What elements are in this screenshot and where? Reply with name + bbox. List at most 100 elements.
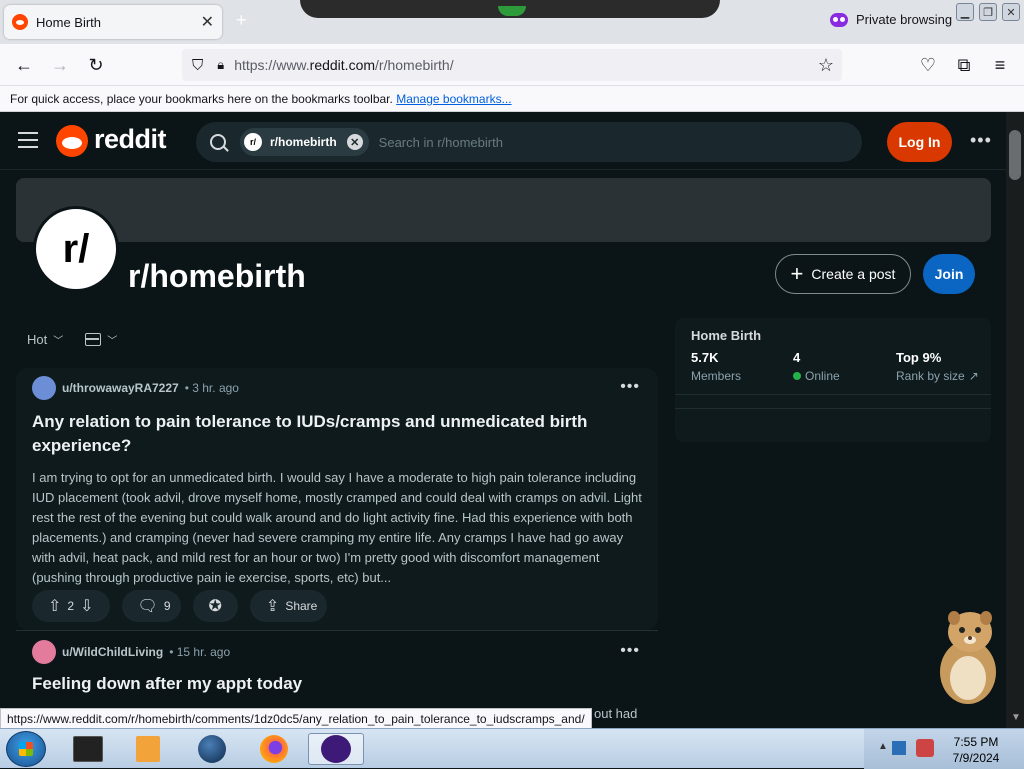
bookmarks-toolbar: For quick access, place your bookmarks h…	[0, 86, 1024, 112]
share-button[interactable]: ⇪ Share	[249, 590, 328, 622]
create-post-label: Create a post	[811, 266, 896, 282]
chevron-down-icon[interactable]: ﹀	[107, 332, 117, 347]
search-bar[interactable]: r/ r/homebirth ✕ Search in r/homebirth	[196, 122, 862, 162]
chevron-down-icon[interactable]: ﹀	[53, 332, 63, 347]
external-link-icon: ↗	[968, 369, 979, 383]
user-avatar[interactable]	[32, 640, 56, 664]
page-scrollbar[interactable]: ▼	[1006, 112, 1024, 728]
reddit-page: reddit r/ r/homebirth ✕ Search in r/home…	[0, 112, 1024, 728]
clear-chip-icon[interactable]: ✕	[346, 134, 363, 150]
clock-time: 7:55 PM	[953, 735, 999, 749]
online-label-row: Online	[793, 369, 840, 383]
post-body-fragment: out had	[594, 706, 638, 721]
post-meta: u/throwawayRA7227 • 3 hr. ago	[32, 376, 239, 400]
private-browsing-label: Private browsing	[856, 12, 953, 27]
sort-bar: Hot ﹀ ﹀	[27, 332, 117, 347]
post-actions: ⇧ 2 ⇩ 🗨︎ 9 ✪ ⇪ Share	[32, 590, 339, 622]
browser-nav-bar: ← → ↻ ⛉ 🔒︎ https://www. reddit.com/r/home…	[0, 44, 1024, 86]
award-button[interactable]: ✪	[192, 590, 238, 622]
minimize-window-button[interactable]: ▁	[956, 3, 974, 21]
more-options-icon[interactable]: •••	[970, 130, 992, 151]
view-layout-icon[interactable]	[85, 333, 102, 346]
comment-icon: 🗨︎	[137, 598, 158, 615]
bookmark-star-icon[interactable]: ☆	[818, 55, 834, 76]
post-card[interactable]: u/throwawayRA7227 • 3 hr. ago ••• Any re…	[16, 368, 658, 630]
lock-icon[interactable]: 🔒︎	[217, 57, 224, 73]
online-stat: 4 Online	[793, 350, 840, 383]
taskbar-app-media-icon[interactable]	[126, 733, 170, 765]
post-author[interactable]: u/WildChildLiving	[62, 645, 163, 659]
taskbar-app-terminal-icon[interactable]	[66, 733, 110, 765]
post-options-icon[interactable]: •••	[620, 642, 640, 660]
upvote-icon[interactable]: ⇧	[48, 596, 61, 616]
subreddit-chip-icon: r/	[244, 133, 262, 151]
members-value: 5.7K	[691, 350, 719, 365]
private-mask-icon	[830, 12, 848, 27]
pocket-icon[interactable]: ♡	[916, 53, 940, 77]
share-icon: ⇪	[265, 598, 280, 615]
tab-close-icon[interactable]: ✕	[201, 12, 214, 32]
clock-date: 7/9/2024	[952, 751, 1000, 765]
subreddit-chip-label: r/homebirth	[270, 135, 337, 149]
private-browsing-indicator: Private browsing	[830, 12, 952, 27]
subreddit-name: r/homebirth	[128, 258, 306, 294]
community-title: Home Birth	[691, 328, 762, 343]
back-arrow-icon[interactable]: ←	[12, 53, 36, 77]
browser-tab-active[interactable]: Home Birth ✕	[4, 5, 222, 39]
login-button[interactable]: Log In	[887, 122, 952, 162]
taskbar-app-globe-icon[interactable]	[190, 733, 234, 765]
comments-button[interactable]: 🗨︎ 9	[121, 590, 181, 622]
reddit-logo-icon[interactable]	[56, 125, 88, 157]
user-avatar[interactable]	[32, 376, 56, 400]
private-firefox-icon	[321, 735, 351, 763]
subreddit-search-chip[interactable]: r/ r/homebirth ✕	[240, 128, 369, 156]
hamburger-menu-icon[interactable]	[18, 132, 38, 148]
new-tab-button[interactable]: +	[236, 10, 247, 31]
reddit-header: reddit r/ r/homebirth ✕ Search in r/home…	[0, 112, 1006, 170]
search-input[interactable]: Search in r/homebirth	[379, 135, 503, 150]
menu-icon[interactable]: ≡	[988, 53, 1012, 77]
create-post-button[interactable]: + Create a post	[775, 254, 911, 294]
post-time: • 15 hr. ago	[169, 645, 231, 659]
taskbar-app-firefox-icon[interactable]	[252, 733, 296, 765]
online-value: 4	[793, 350, 801, 365]
network-icon[interactable]	[892, 741, 906, 755]
post-author[interactable]: u/throwawayRA7227	[62, 381, 179, 395]
scrollbar-thumb[interactable]	[1009, 130, 1021, 180]
scroll-down-arrow-icon[interactable]: ▼	[1011, 712, 1021, 723]
terminal-icon	[73, 736, 103, 762]
taskbar-clock[interactable]: 7:55 PM 7/9/2024	[948, 734, 1004, 766]
post-body[interactable]: I am trying to opt for an unmedicated bi…	[32, 468, 644, 588]
sort-dropdown[interactable]: Hot	[27, 332, 47, 347]
post-meta: u/WildChildLiving • 15 hr. ago	[32, 640, 230, 664]
taskbar-app-private-firefox-icon[interactable]	[308, 733, 364, 765]
forward-arrow-icon[interactable]: →	[48, 53, 72, 77]
vote-group: ⇧ 2 ⇩	[32, 590, 110, 622]
rank-label-row[interactable]: Rank by size ↗	[896, 369, 979, 383]
tray-expand-icon[interactable]: ▲	[878, 741, 888, 752]
reload-icon[interactable]: ↻	[84, 53, 108, 77]
media-player-icon	[136, 736, 160, 762]
url-bar[interactable]: ⛉ 🔒︎ https://www. reddit.com/r/homebirth/…	[182, 49, 842, 81]
shield-icon[interactable]: ⛉	[192, 57, 203, 74]
start-button[interactable]	[6, 731, 46, 767]
join-button[interactable]: Join	[923, 254, 975, 294]
extensions-icon[interactable]: ⧉	[952, 53, 976, 77]
members-stat: 5.7K Members	[691, 350, 741, 383]
sidebar-divider	[675, 394, 991, 395]
share-label: Share	[285, 599, 318, 613]
close-window-button[interactable]: ✕	[1002, 3, 1020, 21]
plus-icon: +	[790, 261, 804, 286]
security-icon[interactable]	[916, 739, 934, 757]
manage-bookmarks-link[interactable]: Manage bookmarks...	[396, 92, 511, 106]
online-dot-icon	[793, 372, 801, 380]
post-title[interactable]: Any relation to pain tolerance to IUDs/c…	[32, 410, 632, 458]
comment-count: 9	[163, 599, 171, 613]
search-icon	[210, 134, 226, 150]
downvote-icon[interactable]: ⇩	[80, 596, 93, 616]
reddit-wordmark[interactable]: reddit	[94, 124, 167, 155]
restore-window-button[interactable]: ❐	[979, 3, 997, 21]
post-title[interactable]: Feeling down after my appt today	[32, 672, 632, 696]
rank-stat: Top 9% Rank by size ↗	[896, 350, 979, 383]
post-options-icon[interactable]: •••	[620, 378, 640, 396]
